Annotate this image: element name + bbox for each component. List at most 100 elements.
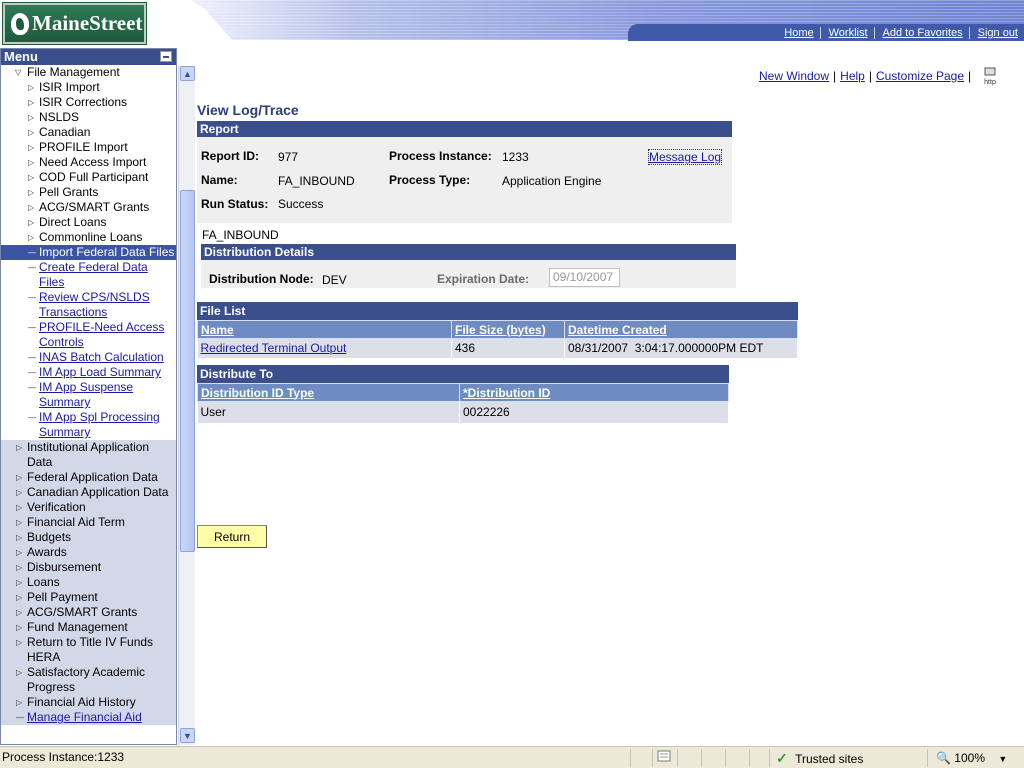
- menu-item[interactable]: ▷ Loans: [1, 575, 176, 590]
- menu-item-label: Fund Management: [27, 620, 128, 634]
- col-distribution-id[interactable]: *Distribution ID: [459, 383, 729, 402]
- worklist-link[interactable]: Worklist: [819, 26, 874, 39]
- menu-item[interactable]: ▷ Canadian Application Data: [1, 485, 176, 500]
- scroll-down-icon[interactable]: ▼: [180, 728, 195, 743]
- menu-item[interactable]: ▷ Pell Payment: [1, 590, 176, 605]
- zoom-icon: 🔍: [936, 751, 951, 765]
- menu-item[interactable]: ▷ PROFILE Import: [1, 140, 176, 155]
- datetime-created-cell: 08/31/2007 3:04:17.000000PM EDT: [564, 338, 798, 358]
- col-distribution-id-type[interactable]: Distribution ID Type: [197, 383, 460, 402]
- mainestreet-logo[interactable]: MaineStreet: [3, 3, 146, 44]
- collapsed-icon: ▷: [28, 128, 35, 137]
- security-zone[interactable]: ✓ Trusted sites: [769, 749, 927, 767]
- menu-item[interactable]: ▷ Pell Grants: [1, 185, 176, 200]
- customize-page-link[interactable]: Customize Page: [876, 69, 964, 83]
- collapsed-icon: ▷: [16, 563, 23, 572]
- menu-item[interactable]: ▷ Awards: [1, 545, 176, 560]
- menu-item-label: Federal Application Data: [27, 470, 158, 484]
- menu-item[interactable]: — Manage Financial Aid: [1, 710, 176, 725]
- scroll-up-icon[interactable]: ▲: [180, 66, 195, 81]
- menu-item-label: Verification: [27, 500, 86, 514]
- menu-tree: ▽ File Management ▷ ISIR Import ▷ ISIR Correc…: [1, 65, 176, 440]
- report-section-header: Report: [197, 121, 732, 137]
- leaf-dash-icon: —: [28, 413, 36, 422]
- menu-item[interactable]: ▷ Budgets: [1, 530, 176, 545]
- menu-item-label: Pell Payment: [27, 590, 98, 604]
- menu-item[interactable]: ▷ NSLDS: [1, 110, 176, 125]
- return-button[interactable]: Return: [197, 525, 267, 548]
- logo-text: MaineStreet: [32, 11, 143, 35]
- menu-item[interactable]: — IM App Spl Processing Summary: [1, 410, 176, 440]
- distribution-node-label: Distribution Node:: [209, 272, 314, 286]
- menu-scrollbar[interactable]: ▲ ▼: [178, 66, 195, 745]
- http-icon[interactable]: http: [981, 67, 999, 86]
- sign-out-link[interactable]: Sign out: [968, 26, 1024, 39]
- menu-item[interactable]: ▷ Fund Management: [1, 620, 176, 635]
- file-name-link[interactable]: Redirected Terminal Output: [201, 341, 347, 355]
- process-instance-label: Process Instance:: [389, 149, 492, 163]
- menu-item[interactable]: ▷ Canadian: [1, 125, 176, 140]
- menu-item[interactable]: — PROFILE-Need Access Controls: [1, 320, 176, 350]
- menu-item[interactable]: ▷ ACG/SMART Grants: [1, 200, 176, 215]
- name-label: Name:: [201, 173, 238, 187]
- file-list-grid: File List Name File Size (bytes) Datetim…: [197, 302, 798, 358]
- menu-title: Menu: [4, 49, 38, 64]
- menu-item[interactable]: ▷ ACG/SMART Grants: [1, 605, 176, 620]
- menu-item[interactable]: ▷ Need Access Import: [1, 155, 176, 170]
- collapsed-icon: ▷: [16, 473, 23, 482]
- menu-item[interactable]: ▷ ISIR Import: [1, 80, 176, 95]
- menu-item[interactable]: — IM App Load Summary: [1, 365, 176, 380]
- menu-item[interactable]: ▷ Verification: [1, 500, 176, 515]
- scroll-thumb[interactable]: [180, 190, 195, 552]
- menu-item[interactable]: ▷ COD Full Participant: [1, 170, 176, 185]
- collapsed-icon: ▷: [16, 608, 23, 617]
- menu-item[interactable]: ▷ Federal Application Data: [1, 470, 176, 485]
- home-link[interactable]: Home: [776, 27, 819, 39]
- add-to-favorites-link[interactable]: Add to Favorites: [873, 26, 969, 39]
- menu-item[interactable]: ▷ Return to Title IV Funds: [1, 635, 176, 650]
- menu-item[interactable]: ▷ Satisfactory Academic Progress: [1, 665, 176, 695]
- col-datetime-created[interactable]: Datetime Created: [564, 320, 798, 339]
- menu-item[interactable]: — INAS Batch Calculation: [1, 350, 176, 365]
- menu-item[interactable]: ▷ Institutional Application Data: [1, 440, 176, 470]
- collapse-menu-icon[interactable]: [160, 51, 172, 62]
- menu-item[interactable]: — Review CPS/NSLDS Transactions: [1, 290, 176, 320]
- collapsed-icon: ▷: [28, 233, 35, 242]
- menu-item[interactable]: ▷ ISIR Corrections: [1, 95, 176, 110]
- zoom-dropdown-icon[interactable]: ▼: [998, 754, 1007, 764]
- distribution-node-value: DEV: [322, 273, 347, 287]
- menu-item[interactable]: — Create Federal Data Files: [1, 260, 176, 290]
- security-zone-text: Trusted sites: [795, 752, 864, 766]
- menu-item[interactable]: — IM App Suspense Summary: [1, 380, 176, 410]
- menu-item[interactable]: ▷ Financial Aid History: [1, 695, 176, 710]
- menu-item-label[interactable]: Manage Financial Aid: [1, 710, 176, 725]
- menu-item[interactable]: ▷ Financial Aid Term: [1, 515, 176, 530]
- menu-item[interactable]: ▷ Direct Loans: [1, 215, 176, 230]
- collapsed-icon: ▷: [16, 518, 23, 527]
- menu-item[interactable]: ▷ Commonline Loans: [1, 230, 176, 245]
- message-log-link[interactable]: Message Log: [647, 149, 723, 165]
- menu-item[interactable]: ▽ File Management: [1, 65, 176, 80]
- help-link[interactable]: Help: [840, 69, 865, 83]
- new-window-link[interactable]: New Window: [759, 69, 829, 83]
- col-file-size[interactable]: File Size (bytes): [451, 320, 565, 339]
- menu-item[interactable]: ▷ Disbursement: [1, 560, 176, 575]
- zoom-control[interactable]: 🔍 100% ▼: [927, 749, 1024, 767]
- menu-item-label: Awards: [27, 545, 67, 559]
- expiration-date-label: Expiration Date:: [437, 272, 530, 286]
- name-value: FA_INBOUND: [278, 174, 355, 188]
- col-name[interactable]: Name: [197, 320, 452, 339]
- distribute-to-grid: Distribute To Distribution ID Type *Dist…: [197, 365, 729, 423]
- file-list-title: File List: [197, 302, 798, 320]
- menu-item-label: Institutional Application Data: [27, 440, 150, 469]
- file-size-cell: 436: [451, 338, 565, 358]
- collapsed-icon: ▷: [16, 698, 23, 707]
- menu-item-label: ACG/SMART Grants: [27, 605, 138, 619]
- menu-item[interactable]: — Import Federal Data Files: [1, 245, 176, 260]
- collapsed-icon: ▷: [28, 98, 35, 107]
- run-status-value: Success: [278, 197, 324, 211]
- left-menu: Menu ▽ File Management ▷ ISIR Import ▷ ISIR C…: [0, 48, 177, 745]
- menu-item[interactable]: HERA: [1, 650, 176, 665]
- distribution-id-type-cell: User: [197, 401, 460, 423]
- http-icon-text: http: [984, 79, 996, 86]
